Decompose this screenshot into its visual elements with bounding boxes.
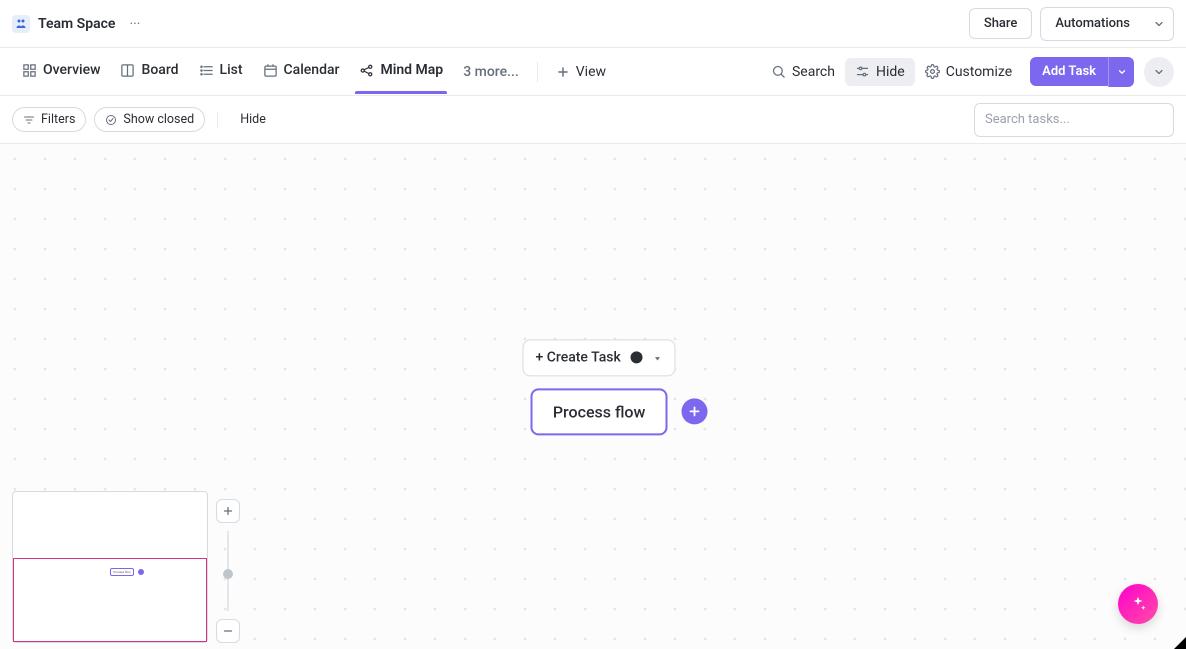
divider [537, 62, 538, 82]
minus-icon [222, 625, 234, 637]
show-closed-chip-label: Show closed [123, 112, 194, 127]
add-task-chevron[interactable] [1108, 57, 1134, 87]
resize-handle-icon[interactable] [1174, 637, 1186, 649]
tab-list[interactable]: List [189, 48, 253, 96]
tab-overview[interactable]: Overview [12, 48, 110, 96]
show-closed-chip[interactable]: Show closed [94, 107, 205, 132]
tab-board[interactable]: Board [110, 48, 188, 96]
share-button[interactable]: Share [969, 8, 1033, 39]
tab-calendar[interactable]: Calendar [253, 48, 350, 96]
more-views[interactable]: 3 more... [453, 64, 529, 80]
tab-mind-map-label: Mind Map [380, 62, 443, 78]
zoom-slider-handle[interactable] [223, 569, 233, 579]
minimap[interactable]: Process flow [12, 491, 208, 643]
customize-action[interactable]: Customize [915, 58, 1022, 86]
add-view-label: View [576, 64, 606, 80]
zoom-slider[interactable] [227, 531, 229, 611]
add-child-node-button[interactable] [681, 398, 707, 424]
plus-icon [556, 65, 570, 79]
tab-overview-label: Overview [43, 62, 100, 78]
mindmap-root-node-label: Process flow [553, 402, 646, 421]
gear-icon [925, 64, 940, 79]
expand-button[interactable] [1144, 57, 1174, 87]
chevron-down-icon [1153, 18, 1165, 30]
search-icon [771, 64, 786, 79]
add-task-button-label: Add Task [1042, 64, 1096, 79]
mind-map-canvas[interactable]: + Create Task Process flow Process flow [0, 144, 1186, 649]
tab-mind-map[interactable]: Mind Map [349, 48, 453, 96]
chevron-down-icon [1153, 66, 1165, 78]
customize-action-label: Customize [946, 64, 1012, 80]
chevron-down-icon [1117, 67, 1127, 77]
tab-calendar-label: Calendar [284, 62, 340, 78]
hide-action[interactable]: Hide [845, 58, 915, 86]
board-icon [120, 63, 135, 78]
more-options-icon[interactable]: ··· [123, 14, 146, 34]
plus-icon [222, 505, 234, 517]
ai-fab-button[interactable] [1118, 584, 1158, 624]
list-icon [199, 63, 214, 78]
plus-icon [687, 404, 701, 418]
search-tasks-input[interactable] [974, 103, 1174, 137]
mindmap-icon [359, 63, 374, 78]
automations-button-label: Automations [1055, 16, 1130, 31]
automations-chevron[interactable] [1144, 7, 1174, 41]
topbar: Team Space ··· Share Automations [0, 0, 1186, 48]
minimap-viewport[interactable] [13, 558, 207, 642]
grid-icon [22, 63, 37, 78]
filter-bar: Filters Show closed Hide [0, 96, 1186, 144]
tab-list-label: List [220, 62, 243, 78]
add-view-button[interactable]: View [546, 64, 616, 80]
share-button-label: Share [984, 16, 1018, 31]
search-action[interactable]: Search [761, 58, 845, 86]
add-task-button[interactable]: Add Task [1030, 57, 1108, 86]
zoom-out-button[interactable] [216, 619, 240, 643]
calendar-icon [263, 63, 278, 78]
create-task-button[interactable]: + Create Task [523, 339, 676, 376]
filters-chip[interactable]: Filters [12, 107, 86, 132]
automations-button[interactable]: Automations [1040, 7, 1145, 41]
views-bar: Overview Board List Calendar Mind Map 3 … [0, 48, 1186, 96]
sparkle-icon [1129, 595, 1147, 613]
divider [217, 112, 218, 128]
mindmap-root-node[interactable]: Process flow [531, 388, 668, 435]
caret-down-icon [653, 353, 663, 363]
status-dot-icon [631, 351, 643, 363]
hide-filters-link[interactable]: Hide [230, 108, 276, 131]
create-task-label: + Create Task [536, 349, 621, 365]
sliders-icon [855, 64, 870, 79]
zoom-controls [216, 499, 240, 643]
filters-chip-label: Filters [41, 112, 75, 127]
space-icon [12, 15, 30, 33]
search-action-label: Search [792, 64, 835, 80]
status-selector[interactable] [653, 348, 663, 367]
tab-board-label: Board [141, 62, 178, 78]
hide-action-label: Hide [876, 64, 905, 80]
space-title[interactable]: Team Space [38, 16, 115, 32]
filter-icon [23, 114, 35, 126]
zoom-in-button[interactable] [216, 499, 240, 523]
check-circle-icon [105, 114, 117, 126]
